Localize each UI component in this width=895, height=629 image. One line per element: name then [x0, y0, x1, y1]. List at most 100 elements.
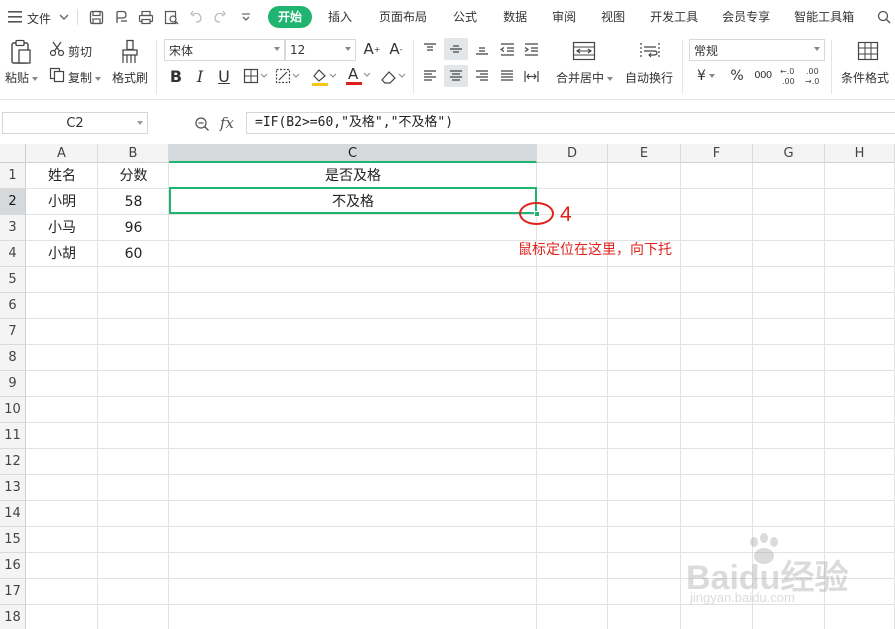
- output-pdf-icon[interactable]: [113, 9, 129, 25]
- cell-c1[interactable]: 是否及格: [169, 163, 537, 189]
- row-header-17[interactable]: 17: [0, 579, 26, 605]
- align-middle-icon[interactable]: [444, 38, 468, 60]
- tab-formulas[interactable]: 公式: [440, 0, 490, 34]
- row-header-15[interactable]: 15: [0, 527, 26, 553]
- column-header-g[interactable]: G: [753, 144, 825, 163]
- format-painter-icon[interactable]: [118, 38, 142, 66]
- align-left-icon[interactable]: [420, 66, 440, 86]
- tab-insert[interactable]: 插入: [318, 0, 366, 34]
- wrap-text-button[interactable]: 自动换行: [625, 69, 673, 86]
- paste-icon[interactable]: [8, 38, 34, 66]
- align-top-icon[interactable]: [420, 40, 440, 58]
- file-menu[interactable]: 文件: [27, 10, 51, 27]
- conditional-format-button[interactable]: 条件格式: [841, 69, 889, 86]
- row-header-7[interactable]: 7: [0, 319, 26, 345]
- row-header-18[interactable]: 18: [0, 605, 26, 629]
- number-format-select[interactable]: 常规: [689, 39, 825, 61]
- clear-format-icon[interactable]: [378, 66, 406, 88]
- fill-pattern-icon[interactable]: [274, 66, 300, 86]
- merge-center-icon[interactable]: [570, 39, 598, 63]
- distributed-align-icon[interactable]: [521, 66, 541, 86]
- underline-icon[interactable]: U: [215, 66, 233, 86]
- row-header-12[interactable]: 12: [0, 449, 26, 475]
- print-preview-icon[interactable]: [163, 9, 179, 25]
- tab-view[interactable]: 视图: [588, 0, 638, 34]
- row-header-1[interactable]: 1: [0, 163, 26, 189]
- format-painter-button[interactable]: 格式刷: [112, 69, 148, 86]
- quick-access-dropdown-icon[interactable]: [239, 10, 253, 24]
- italic-icon[interactable]: I: [191, 66, 209, 86]
- decrease-decimal-icon[interactable]: .00 →.0: [804, 64, 824, 88]
- column-header-f[interactable]: F: [681, 144, 753, 163]
- row-header-13[interactable]: 13: [0, 475, 26, 501]
- increase-font-size-icon[interactable]: A +: [362, 40, 382, 58]
- column-header-d[interactable]: D: [537, 144, 608, 163]
- row-header-8[interactable]: 8: [0, 345, 26, 371]
- tab-smart-toolbox[interactable]: 智能工具箱: [782, 0, 866, 34]
- undo-icon[interactable]: [188, 9, 204, 25]
- print-icon[interactable]: [138, 9, 154, 25]
- row-header-14[interactable]: 14: [0, 501, 26, 527]
- select-all-corner[interactable]: [0, 144, 26, 163]
- decrease-font-size-icon[interactable]: A-: [386, 40, 406, 58]
- tab-member[interactable]: 会员专享: [710, 0, 782, 34]
- currency-format-button[interactable]: ¥: [694, 66, 718, 86]
- align-bottom-icon[interactable]: [472, 40, 492, 58]
- tab-review[interactable]: 审阅: [540, 0, 588, 34]
- font-name-select[interactable]: 宋体: [164, 39, 285, 61]
- save-icon[interactable]: [88, 9, 104, 25]
- tab-home[interactable]: 开始: [268, 6, 313, 28]
- increase-indent-icon[interactable]: [521, 40, 541, 58]
- cell-a2[interactable]: 小明: [26, 189, 98, 215]
- cell-a1[interactable]: 姓名: [26, 163, 98, 189]
- thousands-separator-button[interactable]: 000: [752, 65, 774, 85]
- row-header-2[interactable]: 2: [0, 189, 26, 215]
- percent-format-button[interactable]: %: [728, 66, 746, 86]
- redo-icon[interactable]: [212, 9, 228, 25]
- cell-b1[interactable]: 分数: [98, 163, 169, 189]
- column-header-e[interactable]: E: [608, 144, 681, 163]
- cell-a3[interactable]: 小马: [26, 215, 98, 241]
- conditional-format-icon[interactable]: [855, 39, 881, 63]
- copy-button[interactable]: 复制: [68, 69, 102, 86]
- bold-icon[interactable]: B: [167, 66, 185, 86]
- cell-a4[interactable]: 小胡: [26, 241, 98, 267]
- spreadsheet-grid[interactable]: ABCDEFGH 1 2 3 4 5 6 7 8 9 10 11 12 13 14 15 16 17 18 姓名分…: [0, 144, 895, 629]
- row-header-10[interactable]: 10: [0, 397, 26, 423]
- cut-icon[interactable]: [48, 40, 66, 58]
- justify-icon[interactable]: [497, 66, 517, 86]
- row-header-11[interactable]: 11: [0, 423, 26, 449]
- cell-b2[interactable]: 58: [98, 189, 169, 215]
- row-header-16[interactable]: 16: [0, 553, 26, 579]
- formula-input[interactable]: =IF(B2>=60,"及格","不及格"): [246, 112, 895, 134]
- column-header-a[interactable]: A: [26, 144, 98, 163]
- align-center-icon[interactable]: [444, 65, 468, 87]
- font-size-select[interactable]: 12: [285, 39, 356, 61]
- file-menu-chevron-icon[interactable]: [58, 10, 70, 24]
- column-header-c[interactable]: C: [169, 144, 537, 163]
- increase-decimal-icon[interactable]: ←.0.00: [779, 64, 799, 88]
- border-icon[interactable]: [242, 66, 268, 86]
- hamburger-menu-icon[interactable]: [7, 9, 23, 25]
- copy-icon[interactable]: [48, 66, 66, 84]
- tab-developer[interactable]: 开发工具: [638, 0, 710, 34]
- cell-b4[interactable]: 60: [98, 241, 169, 267]
- cell-b3[interactable]: 96: [98, 215, 169, 241]
- font-color-icon[interactable]: A: [343, 64, 371, 88]
- fill-color-icon[interactable]: [309, 66, 337, 88]
- decrease-indent-icon[interactable]: [497, 40, 517, 58]
- row-header-6[interactable]: 6: [0, 293, 26, 319]
- align-right-icon[interactable]: [472, 66, 492, 86]
- function-icon[interactable]: fx: [220, 114, 234, 132]
- tab-page-layout[interactable]: 页面布局: [366, 0, 440, 34]
- row-header-3[interactable]: 3: [0, 215, 26, 241]
- tab-data[interactable]: 数据: [490, 0, 540, 34]
- row-header-4[interactable]: 4: [0, 241, 26, 267]
- cut-button[interactable]: 剪切: [68, 43, 92, 60]
- row-header-9[interactable]: 9: [0, 371, 26, 397]
- name-box[interactable]: C2: [2, 112, 148, 134]
- row-header-5[interactable]: 5: [0, 267, 26, 293]
- column-header-h[interactable]: H: [825, 144, 895, 163]
- zoom-icon[interactable]: [192, 114, 212, 134]
- wrap-text-icon[interactable]: [636, 39, 664, 63]
